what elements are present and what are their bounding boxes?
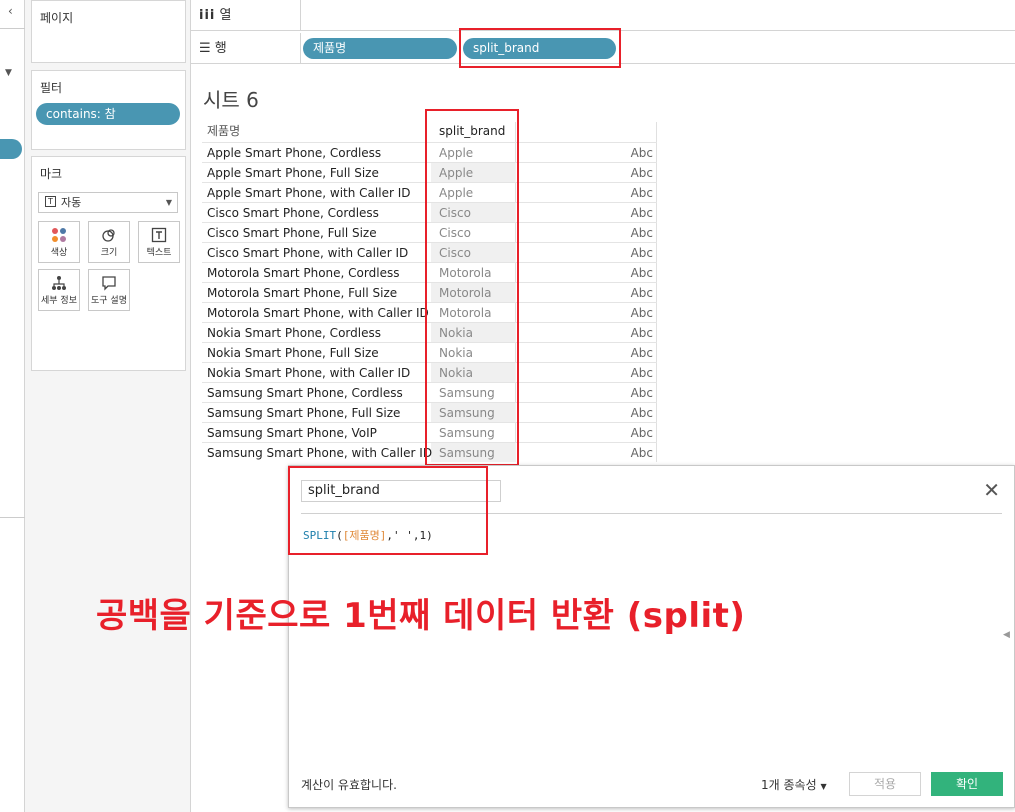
- cell-mark: Abc: [630, 166, 653, 180]
- cell-mark: Abc: [630, 146, 653, 160]
- cell-mark: Abc: [630, 426, 653, 440]
- size-icon: [89, 227, 129, 245]
- dropdown-arrow-icon: ▼: [165, 198, 172, 207]
- rows-label: 행: [214, 41, 227, 56]
- cell-product: Nokia Smart Phone, with Caller ID: [207, 366, 411, 380]
- chevron-left-icon[interactable]: ‹: [8, 4, 13, 18]
- tooltip-label: 도구 설명: [91, 296, 127, 306]
- size-button[interactable]: 크기: [88, 221, 130, 263]
- pages-card[interactable]: 페이지: [31, 0, 186, 63]
- field-pill-stub[interactable]: [0, 139, 22, 159]
- detail-button[interactable]: 세부 정보: [38, 269, 80, 311]
- rows-shelf-label: ☰ 행: [199, 33, 299, 64]
- annotation-text: 공백을 기준으로 1번째 데이터 반환 (split): [96, 596, 746, 636]
- cell-product: Samsung Smart Phone, Full Size: [207, 406, 401, 420]
- cell-product: Motorola Smart Phone, Cordless: [207, 266, 400, 280]
- shelf-divider: [300, 0, 301, 31]
- cell-mark: Abc: [630, 286, 653, 300]
- cell-product: Apple Smart Phone, with Caller ID: [207, 186, 411, 200]
- header-product[interactable]: 제품명: [207, 120, 240, 142]
- cell-product: Samsung Smart Phone, VoIP: [207, 426, 377, 440]
- cell-mark: Abc: [630, 386, 653, 400]
- highlight-column: [425, 109, 519, 466]
- calc-status: 계산이 유효합니다.: [301, 778, 397, 792]
- cell-product: Nokia Smart Phone, Full Size: [207, 346, 379, 360]
- marks-title: 마크: [40, 167, 63, 181]
- cell-mark: Abc: [630, 366, 653, 380]
- dependencies-label: 1개 종속성: [761, 778, 817, 792]
- data-pane-collapsed: ‹ ▼: [0, 0, 25, 812]
- cell-mark: Abc: [630, 246, 653, 260]
- shelf-divider: [300, 33, 301, 64]
- rows-pill-product[interactable]: 제품명: [303, 38, 457, 59]
- tooltip-icon: [89, 275, 129, 293]
- rows-icon: ☰: [199, 41, 211, 56]
- pages-title: 페이지: [40, 11, 74, 25]
- text-button[interactable]: 텍스트: [138, 221, 180, 263]
- columns-shelf[interactable]: iii 열: [191, 0, 1015, 31]
- cell-product: Motorola Smart Phone, with Caller ID: [207, 306, 429, 320]
- cell-product: Cisco Smart Phone, Cordless: [207, 206, 379, 220]
- columns-icon: iii: [199, 8, 216, 23]
- cell-product: Nokia Smart Phone, Cordless: [207, 326, 381, 340]
- highlight-formula: [288, 466, 488, 555]
- detail-label: 세부 정보: [41, 296, 77, 306]
- cell-mark: Abc: [630, 446, 653, 460]
- cell-product: Motorola Smart Phone, Full Size: [207, 286, 398, 300]
- color-button[interactable]: 색상: [38, 221, 80, 263]
- dependencies-dropdown[interactable]: 1개 종속성 ▼: [761, 776, 827, 793]
- sheet-title: 시트 6: [203, 88, 259, 112]
- cell-product: Cisco Smart Phone, with Caller ID: [207, 246, 409, 260]
- cell-product: Samsung Smart Phone, Cordless: [207, 386, 403, 400]
- panel-expand-icon[interactable]: ◀: [1003, 630, 1010, 640]
- dropdown-arrow-icon[interactable]: ▼: [5, 68, 12, 78]
- close-icon[interactable]: ✕: [983, 478, 1000, 502]
- cell-mark: Abc: [630, 306, 653, 320]
- cell-product: Apple Smart Phone, Full Size: [207, 166, 379, 180]
- cell-mark: Abc: [630, 186, 653, 200]
- mark-type-value: 자동: [61, 196, 82, 209]
- columns-label: 열: [219, 8, 232, 23]
- color-label: 색상: [50, 248, 68, 258]
- cell-mark: Abc: [630, 206, 653, 220]
- divider: [0, 517, 25, 518]
- cell-mark: Abc: [630, 326, 653, 340]
- color-icon: [39, 227, 79, 245]
- text-label: 텍스트: [146, 248, 172, 258]
- text-mark-icon: T: [45, 196, 56, 207]
- tooltip-button[interactable]: 도구 설명: [88, 269, 130, 311]
- divider: [0, 28, 25, 29]
- apply-button[interactable]: 적용: [849, 772, 921, 796]
- filters-card[interactable]: 필터 contains: 참: [31, 70, 186, 150]
- ok-button[interactable]: 확인: [931, 772, 1003, 796]
- dropdown-arrow-icon: ▼: [820, 782, 827, 791]
- cards-panel: 페이지 필터 contains: 참 마크 T 자동 ▼ 색상 크기 텍스트 세…: [25, 0, 191, 812]
- detail-icon: [39, 275, 79, 293]
- filters-title: 필터: [40, 81, 63, 95]
- marks-card: 마크 T 자동 ▼ 색상 크기 텍스트 세부 정보 도구 설명: [31, 156, 186, 371]
- mark-type-select[interactable]: T 자동 ▼: [38, 192, 178, 213]
- size-label: 크기: [100, 248, 118, 258]
- highlight-row-pill: [459, 28, 621, 68]
- filter-pill-contains[interactable]: contains: 참: [36, 103, 180, 125]
- cell-mark: Abc: [630, 266, 653, 280]
- cell-product: Cisco Smart Phone, Full Size: [207, 226, 377, 240]
- cell-mark: Abc: [630, 406, 653, 420]
- cell-product: Apple Smart Phone, Cordless: [207, 146, 382, 160]
- columns-shelf-label: iii 열: [199, 0, 299, 31]
- cell-mark: Abc: [630, 346, 653, 360]
- cell-mark: Abc: [630, 226, 653, 240]
- cell-product: Samsung Smart Phone, with Caller ID: [207, 446, 433, 460]
- text-icon: [139, 227, 179, 245]
